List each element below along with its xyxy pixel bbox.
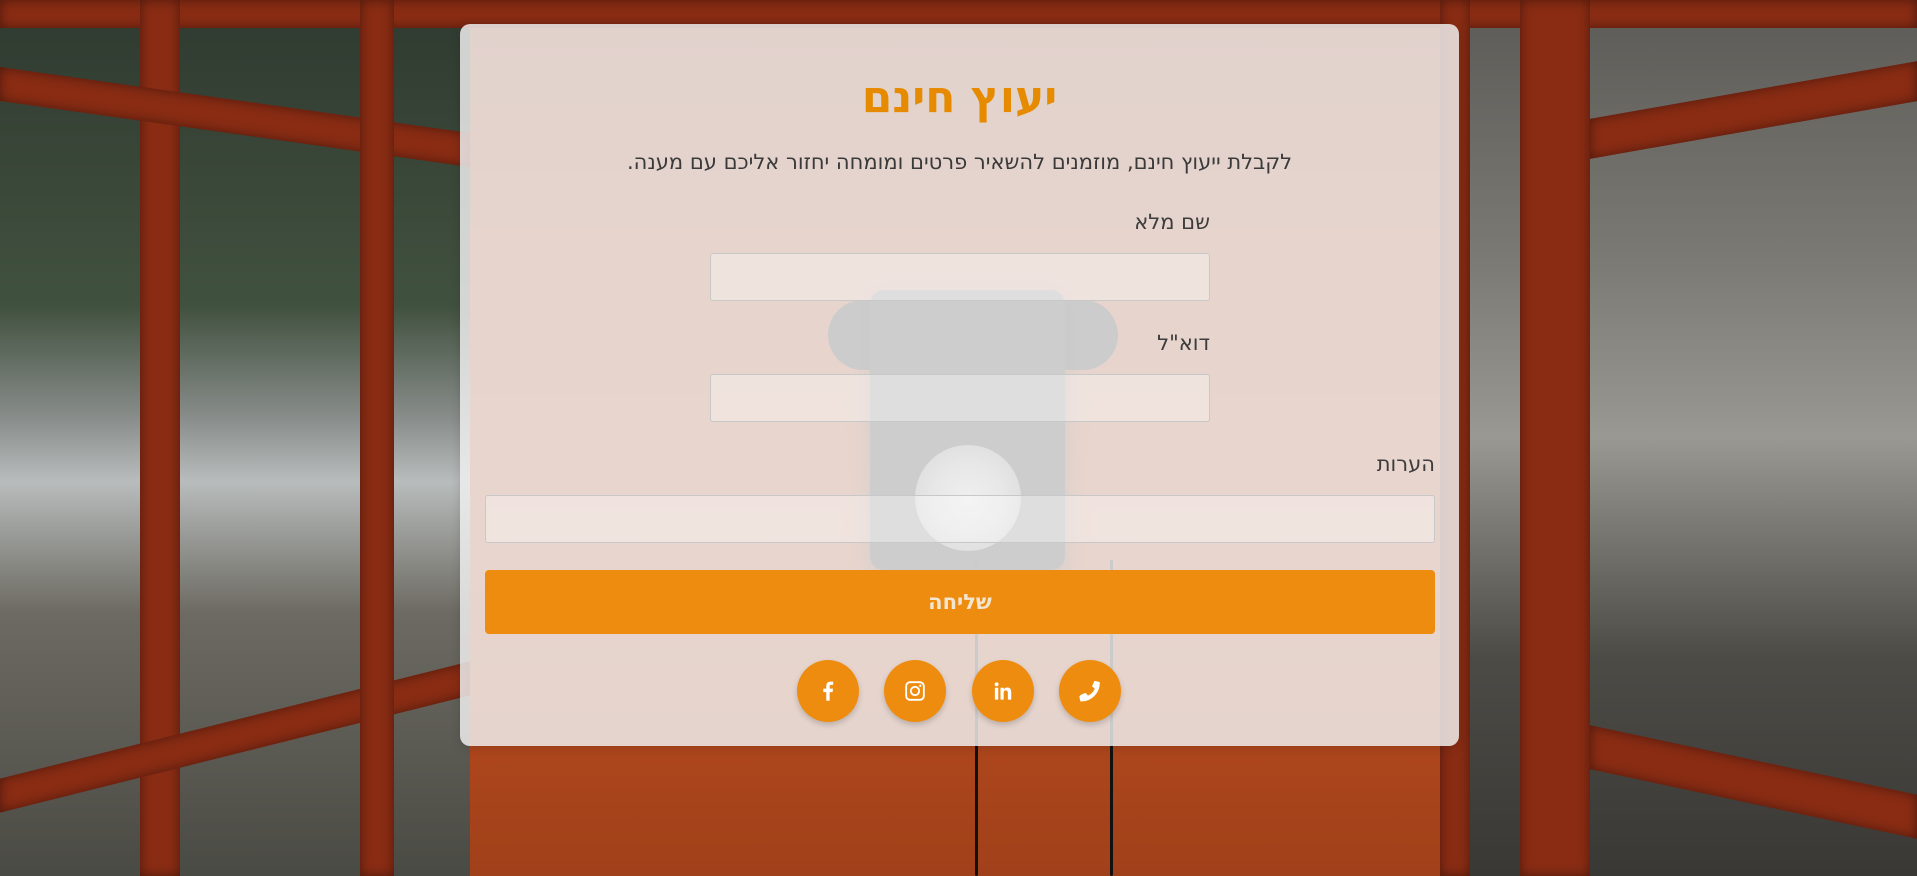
form-subtitle: לקבלת ייעוץ חינם, מוזמנים להשאיר פרטים ו…: [626, 150, 1293, 174]
form-title: יעוץ חינם: [861, 72, 1058, 123]
notes-label: הערות: [1376, 452, 1435, 476]
email-input[interactable]: [710, 374, 1210, 422]
linkedin-button[interactable]: [972, 660, 1034, 722]
facebook-icon: [823, 681, 834, 701]
consultation-form-card: יעוץ חינם לקבלת ייעוץ חינם, מוזמנים להשא…: [460, 24, 1459, 746]
full-name-input[interactable]: [710, 253, 1210, 301]
linkedin-icon: [994, 682, 1012, 700]
notes-input[interactable]: [485, 495, 1435, 543]
full-name-label: שם מלא: [1134, 210, 1210, 234]
frame-right-post: [1520, 0, 1590, 876]
submit-button[interactable]: שליחה: [485, 570, 1435, 634]
phone-button[interactable]: [1059, 660, 1121, 722]
facebook-button[interactable]: [797, 660, 859, 722]
instagram-button[interactable]: [884, 660, 946, 722]
frame-left-inner: [360, 0, 394, 876]
phone-icon: [1079, 681, 1100, 702]
email-label: דוא"ל: [1157, 331, 1210, 355]
instagram-icon: [905, 681, 925, 701]
